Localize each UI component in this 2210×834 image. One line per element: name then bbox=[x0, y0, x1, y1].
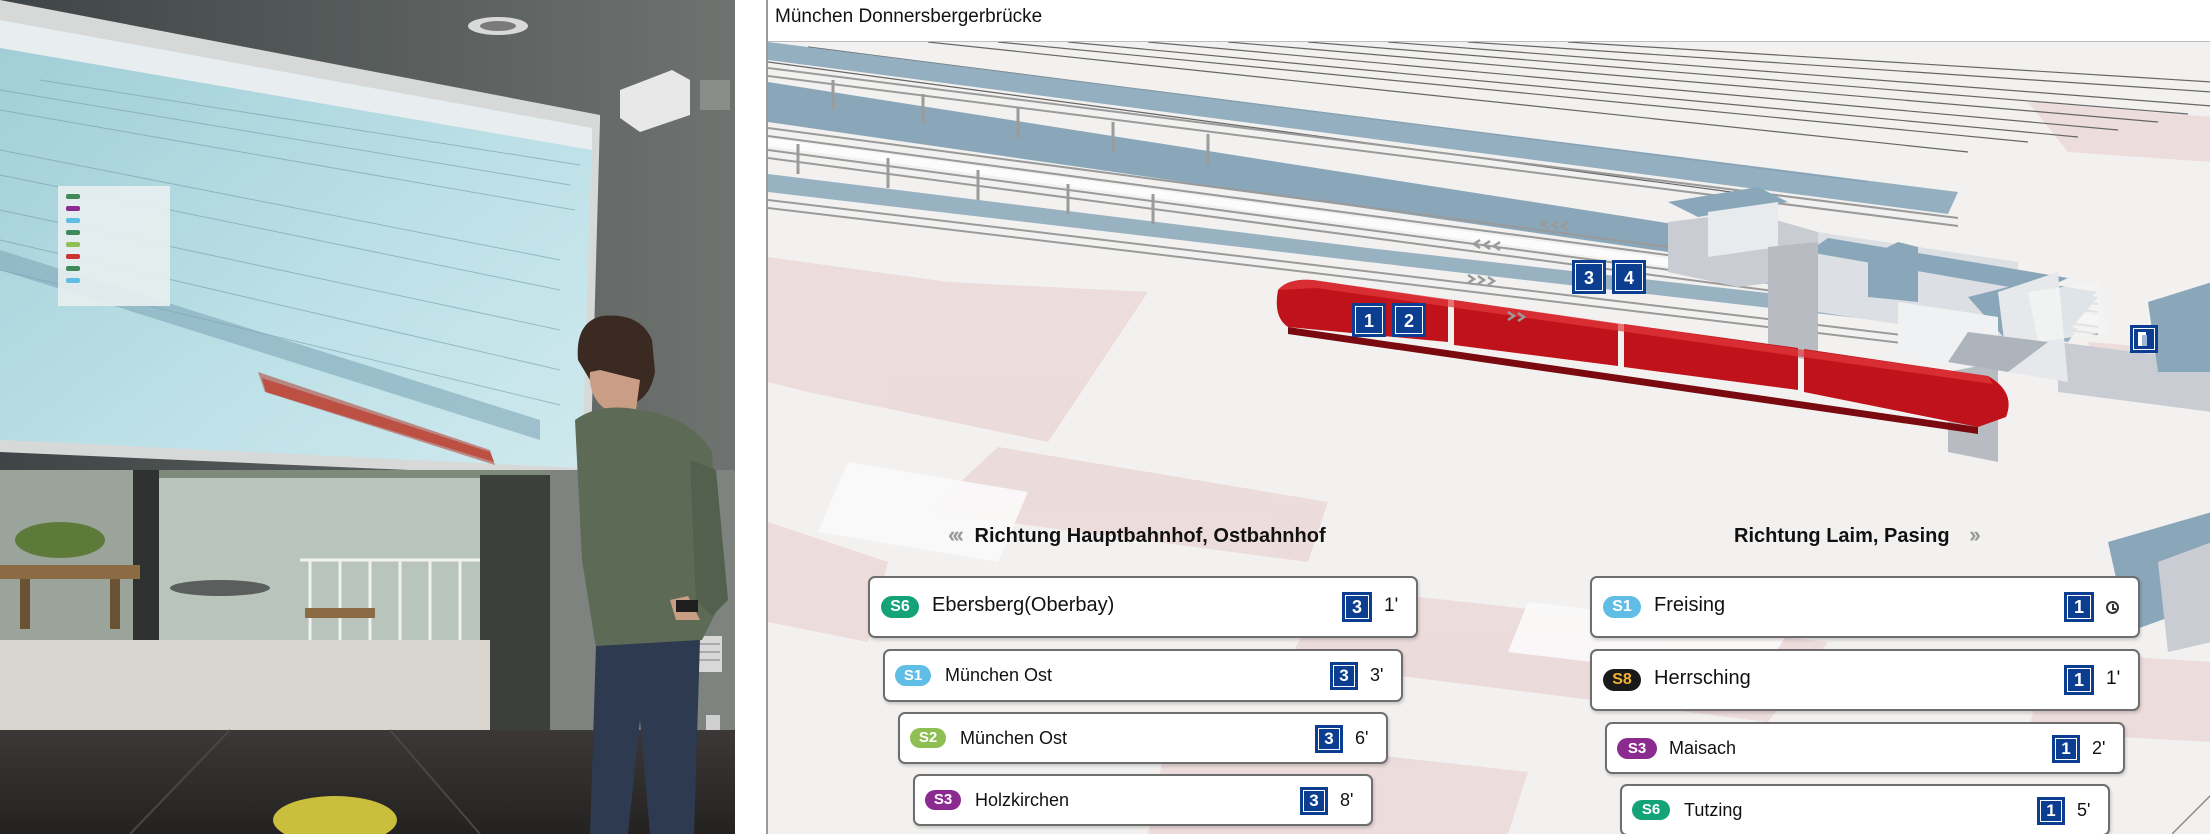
line-badge: S6 bbox=[881, 596, 919, 618]
line-badge: S1 bbox=[1603, 596, 1641, 618]
destination-label: München Ost bbox=[945, 665, 1053, 685]
station-map-app: München Donnersbergerbrücke 1 2 3 4 ‹‹‹ … bbox=[766, 0, 2210, 834]
minutes-label: 6' bbox=[1355, 728, 1369, 748]
departure-card-right-1[interactable]: S1 Freising 1 bbox=[1590, 576, 2140, 638]
resize-grip-icon[interactable] bbox=[2172, 794, 2210, 834]
photo-illustration bbox=[0, 0, 735, 834]
line-badge: S8 bbox=[1603, 669, 1641, 691]
line-badge: S2 bbox=[910, 728, 946, 748]
presentation-photo bbox=[0, 0, 735, 834]
minutes-label: 1' bbox=[2106, 668, 2121, 689]
minutes-label: 3' bbox=[1370, 665, 1384, 685]
minutes-label: 8' bbox=[1340, 790, 1354, 810]
station-title: München Donnersbergerbrücke bbox=[775, 6, 1043, 27]
destination-label: Maisach bbox=[1669, 738, 1737, 758]
exit-door-glyph bbox=[2138, 332, 2147, 346]
departure-card-right-2[interactable]: S8 Herrsching 1 1' bbox=[1590, 649, 2140, 711]
clock-icon bbox=[2106, 601, 2119, 614]
direction-right-label: Richtung Laim, Pasing bbox=[1734, 525, 1950, 547]
line-badge: S3 bbox=[925, 790, 961, 810]
platform-badge: 3 bbox=[1300, 787, 1328, 815]
line-badge: S1 bbox=[895, 665, 931, 686]
platform-marker-1[interactable]: 1 bbox=[1352, 303, 1386, 337]
platform-badge: 3 bbox=[1330, 662, 1358, 690]
platform-badge: 3 bbox=[1315, 725, 1343, 753]
destination-label: Herrsching bbox=[1654, 667, 1751, 689]
departure-card-left-1[interactable]: S6 Ebersberg(Oberbay) 3 1' bbox=[868, 576, 1418, 638]
line-badge: S6 bbox=[1632, 800, 1670, 820]
platform-badge: 1 bbox=[2037, 797, 2065, 825]
destination-label: Ebersberg(Oberbay) bbox=[932, 594, 1115, 616]
destination-label: München Ost bbox=[960, 728, 1068, 748]
minutes-label: 1' bbox=[1384, 595, 1399, 616]
direction-left-arrows: ‹‹‹ bbox=[948, 522, 964, 547]
platform-marker-4[interactable]: 4 bbox=[1612, 260, 1646, 294]
exit-door-icon[interactable] bbox=[2130, 325, 2158, 353]
platform-badge: 1 bbox=[2052, 735, 2080, 763]
platform-badge: 1 bbox=[2064, 592, 2094, 622]
departure-card-right-4[interactable]: S6 Tutzing 1 5' bbox=[1620, 784, 2110, 834]
departure-card-left-4[interactable]: S3 Holzkirchen 3 8' bbox=[913, 774, 1373, 826]
platform-badge: 3 bbox=[1342, 592, 1372, 622]
platform-marker-2[interactable]: 2 bbox=[1392, 303, 1426, 337]
destination-label: Tutzing bbox=[1684, 800, 1743, 820]
direction-right-header: Richtung Laim, Pasing ›› bbox=[1734, 522, 1981, 548]
platform-badge: 1 bbox=[2064, 665, 2094, 695]
direction-left-header: ‹‹‹ Richtung Hauptbahnhof, Ostbahnhof bbox=[948, 522, 1326, 548]
platform-marker-3[interactable]: 3 bbox=[1572, 260, 1606, 294]
departure-card-left-2[interactable]: S1 München Ost 3 3' bbox=[883, 649, 1403, 702]
minutes-label: 5' bbox=[2077, 800, 2091, 820]
destination-label: Freising bbox=[1654, 594, 1726, 616]
line-badge: S3 bbox=[1617, 738, 1657, 759]
direction-left-label: Richtung Hauptbahnhof, Ostbahnhof bbox=[974, 525, 1326, 547]
direction-right-arrows: ›› bbox=[1969, 522, 1981, 547]
minutes-label: 2' bbox=[2092, 738, 2106, 758]
departure-card-right-3[interactable]: S3 Maisach 1 2' bbox=[1605, 722, 2125, 774]
station-name-bar: München Donnersbergerbrücke bbox=[768, 0, 2210, 42]
departure-card-left-3[interactable]: S2 München Ost 3 6' bbox=[898, 712, 1388, 764]
destination-label: Holzkirchen bbox=[975, 790, 1070, 810]
